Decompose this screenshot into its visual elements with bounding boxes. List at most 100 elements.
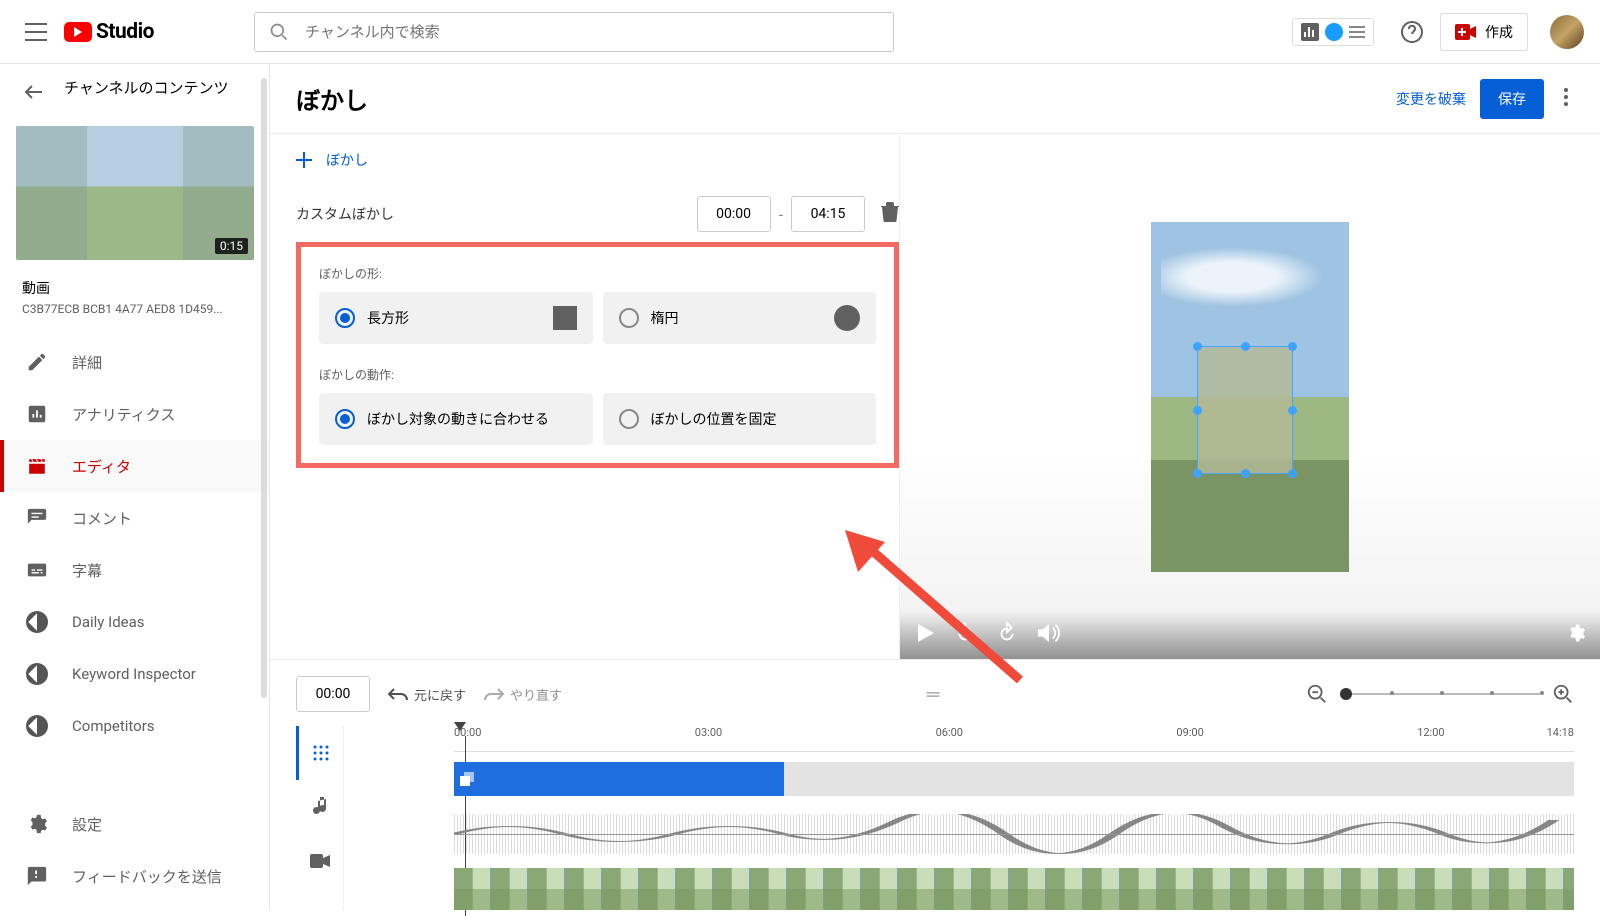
video-meta-subtitle: C3B77ECB BCB1 4A77 AED8 1D459... [22,302,247,316]
video-thumbnail[interactable]: 0:15 [16,126,254,260]
undo-label: 元に戻す [414,685,466,704]
nav-label: 詳細 [72,352,102,373]
logo-text: Studio [96,20,154,44]
content-area: ぼかし 変更を破棄 保存 ぼかし カスタムぼかし 00:00 [270,64,1600,910]
audio-track-lane[interactable] [454,814,1574,854]
extension-badges[interactable] [1292,18,1374,46]
nav-label: コメント [72,508,132,529]
search-input[interactable] [305,23,879,41]
redo-button[interactable]: やり直す [484,685,562,704]
nav-label: アナリティクス [72,404,175,425]
preview-settings-button[interactable] [1566,623,1586,647]
player-controls [900,611,1600,659]
resize-handle-tc[interactable] [1241,342,1250,351]
menu-small-icon [1349,26,1365,38]
audio-track-button[interactable] [296,780,343,834]
undo-icon [388,687,408,701]
play-icon [918,624,934,642]
resize-handle-tl[interactable] [1193,342,1202,351]
nav-label: Keyword Inspector [72,665,196,683]
nav-feedback[interactable]: フィードバックを送信 [0,850,269,902]
youtube-play-icon [64,22,92,42]
zoom-slider[interactable] [1340,693,1540,695]
page-title: ぼかし [296,81,368,116]
sidebar-nav: 詳細 アナリティクス エディタ コメント 字幕 Daily Ideas [0,336,269,752]
shape-rectangle-option[interactable]: 長方形 [319,292,593,344]
resize-handle-ml[interactable] [1193,406,1202,415]
redo-label: やり直す [510,685,562,704]
resize-handle-mr[interactable] [1288,406,1297,415]
account-avatar[interactable] [1550,15,1584,49]
blur-start-time-input[interactable]: 00:00 [697,196,771,232]
redo-icon [484,687,504,701]
resize-handle-bl[interactable] [1193,469,1202,478]
video-track-lane[interactable] [454,868,1574,910]
studio-logo[interactable]: Studio [64,20,154,44]
extension-badge-icon [1325,23,1343,41]
shape-section-label: ぼかしの形: [319,265,876,282]
nav-label: Daily Ideas [72,613,145,631]
video-track-button[interactable] [296,834,343,888]
undo-button[interactable]: 元に戻す [388,685,466,704]
nav-label: エディタ [72,456,131,477]
comment-icon [26,507,48,529]
resize-handle-br[interactable] [1288,469,1297,478]
nav-comments[interactable]: コメント [0,492,269,544]
shape-ellipse-option[interactable]: 楕円 [603,292,877,344]
resize-handle-bc[interactable] [1241,469,1250,478]
nav-analytics[interactable]: アナリティクス [0,388,269,440]
blur-segment[interactable] [454,762,784,796]
extension-circle-icon [26,663,48,685]
behavior-track-option[interactable]: ぼかし対象の動きに合わせる [319,393,593,445]
create-button[interactable]: 作成 [1440,13,1528,51]
more-menu-button[interactable] [1558,82,1574,116]
rewind-button[interactable] [954,622,976,648]
hamburger-menu-button[interactable] [16,12,56,52]
zoom-slider-thumb[interactable] [1340,688,1352,700]
nav-subtitles[interactable]: 字幕 [0,544,269,596]
delete-blur-button[interactable] [881,202,899,226]
discard-changes-button[interactable]: 変更を破棄 [1396,89,1466,109]
plus-icon [296,152,312,168]
preview-canvas[interactable] [1151,222,1349,572]
extension-circle-icon [26,715,48,737]
sidebar-title: チャンネルのコンテンツ [64,78,247,98]
create-label: 作成 [1485,22,1513,42]
nav-details[interactable]: 詳細 [0,336,269,388]
volume-button[interactable] [1038,623,1060,647]
blur-track-lane[interactable] [454,762,1574,796]
zoom-out-icon[interactable] [1306,683,1328,705]
nav-settings[interactable]: 設定 [0,798,269,850]
blur-region[interactable] [1197,346,1293,474]
nav-daily-ideas[interactable]: Daily Ideas [0,596,269,648]
forward-button[interactable] [996,622,1018,648]
back-button[interactable] [22,80,46,108]
circle-shape-icon [834,305,860,331]
add-blur-label: ぼかし [326,150,368,170]
ruler-mark: 12:00 [1417,726,1444,739]
blur-grid-icon [312,744,330,762]
blur-track-button[interactable] [296,726,343,780]
nav-keyword-inspector[interactable]: Keyword Inspector [0,648,269,700]
nav-competitors[interactable]: Competitors [0,700,269,752]
gear-icon [1566,623,1586,643]
timeline: 00:00 元に戻す やり直す ═ [270,659,1600,910]
add-blur-button[interactable]: ぼかし [296,150,899,170]
page-header: ぼかし 変更を破棄 保存 [270,64,1600,134]
timeline-ruler[interactable]: 00:00 03:00 06:00 09:00 12:00 14:18 [454,726,1574,752]
timeline-current-time[interactable]: 00:00 [296,676,370,712]
help-button[interactable] [1392,12,1432,52]
panel-drag-handle[interactable]: ═ [580,684,1288,705]
save-button[interactable]: 保存 [1480,79,1544,119]
search-box[interactable] [254,12,894,52]
time-separator: - [779,205,783,224]
nav-editor[interactable]: エディタ [0,440,269,492]
sidebar-scrollbar[interactable] [261,78,267,698]
behavior-fixed-option[interactable]: ぼかしの位置を固定 [603,393,877,445]
zoom-in-icon[interactable] [1552,683,1574,705]
gear-icon [26,813,48,835]
menu-icon [25,23,47,41]
blur-end-time-input[interactable]: 04:15 [791,196,865,232]
play-button[interactable] [918,624,934,646]
resize-handle-tr[interactable] [1288,342,1297,351]
